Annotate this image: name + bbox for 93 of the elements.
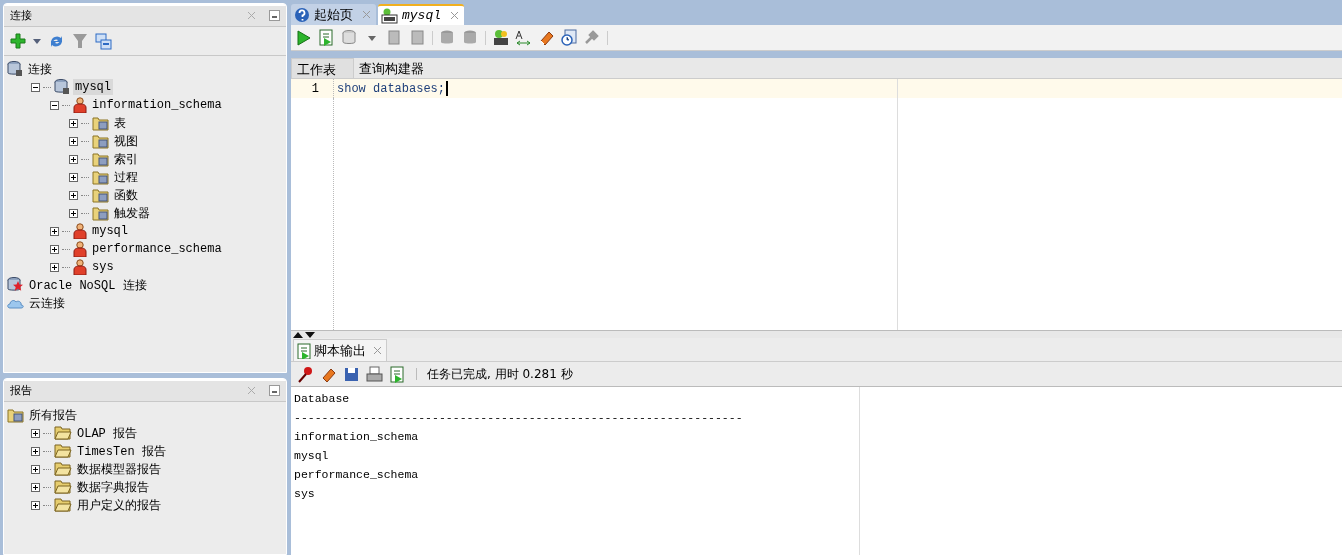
folder-icon [92,115,109,131]
caret-icon[interactable] [33,38,41,44]
output-line: mysql [294,449,330,464]
close-icon[interactable] [374,347,381,354]
folder-icon [92,205,109,221]
folder-icon [92,187,109,203]
panel-title: 报告 [10,382,33,398]
tree-item[interactable]: OLAP 报告 [75,423,139,443]
folder-icon [54,444,72,458]
close-icon[interactable] [451,12,458,19]
expand-icon[interactable] [31,446,40,456]
worksheet-tab[interactable]: 工作表 [291,58,354,78]
output-line: information_schema [294,430,420,445]
tree-item[interactable]: 表 [112,113,128,133]
minimize-icon[interactable] [269,9,280,21]
tree-item[interactable]: TimesTen 报告 [75,441,168,461]
database-icon[interactable] [341,29,358,46]
user-icon [73,223,87,239]
output-line: sys [294,487,316,502]
tree-item[interactable]: Oracle NoSQL 连接 [27,275,149,295]
database-icon [7,277,24,293]
history-icon[interactable] [561,29,578,46]
tree-item[interactable]: sys [90,259,116,275]
help-icon [294,6,310,23]
output-line: performance_schema [294,468,420,483]
worksheet-tab[interactable]: 查询构建器 [354,58,429,78]
user-icon [73,241,87,257]
output-line: Database [294,392,351,407]
add-icon[interactable] [10,33,26,49]
save-icon[interactable] [343,365,360,383]
collapse-icon[interactable] [50,100,59,110]
tree-item[interactable]: 视图 [112,131,140,151]
database-icon [7,61,23,77]
tree-item[interactable]: 索引 [112,149,140,169]
collapse-all-icon[interactable] [95,32,112,50]
font-case-icon[interactable] [515,29,532,46]
tree-item[interactable]: information_schema [90,97,224,113]
cloud-icon [7,297,24,309]
expand-icon[interactable] [69,208,78,218]
output-line: ----------------------------------------------------------------- [294,411,744,426]
folder-icon [92,133,109,149]
expand-icon[interactable] [50,262,59,272]
run-script-icon[interactable] [318,29,335,46]
wrench-icon[interactable] [584,29,601,46]
tree-item[interactable]: 数据模型器报告 [75,459,163,479]
output-tab[interactable]: 脚本输出 [293,339,387,361]
tree-item[interactable]: 过程 [112,167,140,187]
tree-item[interactable]: mysql [90,223,130,239]
tree-item[interactable]: 用户定义的报告 [75,495,163,515]
eraser-icon[interactable] [538,29,555,46]
status-text: 任务已完成, 用时 0.281 秒 [427,365,573,383]
tree-item[interactable]: 数据字典报告 [75,477,151,497]
user-icon [73,97,87,113]
folder-icon [92,151,109,167]
user-icon [73,259,87,275]
tree-item[interactable]: 函数 [112,185,140,205]
folder-icon [7,407,24,423]
pin-icon[interactable] [297,365,314,383]
tree-item[interactable]: 云连接 [27,293,67,313]
tree-item[interactable]: 连接 [26,59,54,79]
expand-icon[interactable] [50,226,59,236]
run-script-icon[interactable] [389,365,406,383]
expand-icon[interactable] [69,172,78,182]
expand-icon[interactable] [69,136,78,146]
expand-icon[interactable] [31,482,40,492]
expand-icon[interactable] [50,244,59,254]
tree-item[interactable]: 触发器 [112,203,152,223]
expand-icon[interactable] [69,118,78,128]
minimize-icon[interactable] [269,384,280,396]
expand-icon[interactable] [31,464,40,474]
tree-item[interactable]: performance_schema [90,241,224,257]
folder-icon [54,498,72,512]
expand-icon[interactable] [69,190,78,200]
print-icon[interactable] [366,365,383,383]
folder-icon [92,169,109,185]
expand-icon[interactable] [31,428,40,438]
editor-tab[interactable]: 起始页 [291,4,376,25]
expand-icon[interactable] [69,154,78,164]
expand-icon[interactable] [31,500,40,510]
run-script-icon [296,342,312,359]
split-arrows-icon[interactable] [293,331,315,338]
tree-item[interactable]: mysql [73,79,113,95]
panel-title: 连接 [10,7,33,23]
folder-icon [54,462,72,476]
tree-item[interactable]: 所有报告 [27,405,79,425]
database-icon [54,79,70,95]
folder-icon [54,480,72,494]
folder-icon [54,426,72,440]
code-line: show databases; [337,81,446,96]
line-number: 1 [310,81,320,96]
editor-tab[interactable]: mysql [378,4,464,25]
collapse-icon[interactable] [31,82,40,92]
run-icon[interactable] [295,29,312,46]
